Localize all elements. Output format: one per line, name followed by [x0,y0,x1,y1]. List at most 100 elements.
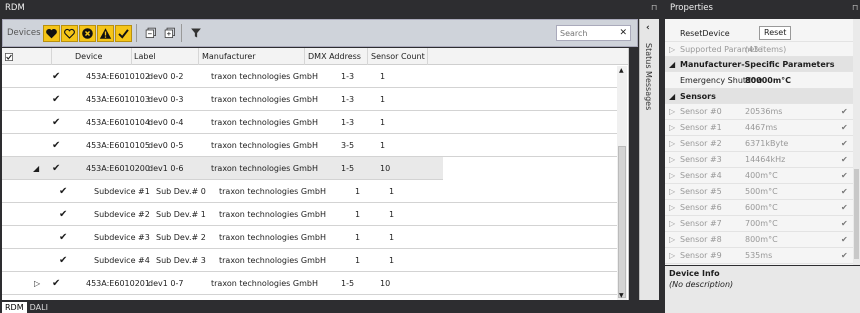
property-value: 4467ms [745,123,778,132]
cell-label: dev0 0-5 [148,140,184,150]
cell-manufacturer: traxon technologies GmbH [211,140,318,150]
filter-ok-button[interactable] [114,24,132,42]
property-sensor-6[interactable]: ▷ Sensor #6 600m°C ✔ [665,200,860,216]
property-sensor-8[interactable]: ▷ Sensor #8 800m°C ✔ [665,232,860,248]
check-icon: ✔ [52,93,61,105]
tab-dali[interactable]: DALI [27,302,51,313]
checkmark-icon: ✔ [841,139,848,148]
scroll-down-icon[interactable]: ▼ [619,292,624,299]
filter-error-button[interactable] [78,24,96,42]
property-sensor-3[interactable]: ▷ Sensor #3 14464kHz ✔ [665,152,860,168]
filter-warning-button[interactable] [96,24,114,42]
cell-label: Sub Dev.# 3 [156,255,206,265]
property-value: 600m°C [745,203,778,212]
property-sensor-7[interactable]: ▷ Sensor #7 700m°C ✔ [665,216,860,232]
subdevice-row[interactable]: ✔ Subdevice #4 Sub Dev.# 3 traxon techno… [2,249,617,272]
cell-label: Sub Dev.# 2 [156,232,206,242]
chevron-left-icon[interactable]: ‹ [646,23,650,33]
scrollbar-thumb[interactable] [618,146,626,298]
scrollbar-thumb[interactable] [854,169,859,259]
column-header-label[interactable]: Label [131,48,199,65]
table-row[interactable]: ✔ 453A:E6010103 dev0 0-3 traxon technolo… [2,88,617,111]
status-messages-strip[interactable]: ‹ Status Messages [639,19,659,300]
collapsed-triangle-icon[interactable]: ▷ [669,219,675,228]
filter-heart-outline-button[interactable] [60,24,78,42]
collapsed-triangle-icon[interactable]: ▷ [669,45,675,54]
property-sensor-1[interactable]: ▷ Sensor #1 4467ms ✔ [665,120,860,136]
cell-sensors: 1 [380,140,386,150]
table-row-expanded[interactable]: ◢ ✔ 453A:E6010200 dev1 0-6 traxon techno… [2,157,443,180]
category-sensors[interactable]: ◢ Sensors [665,89,860,104]
subdevice-row[interactable]: ✔ Subdevice #1 Sub Dev.# 0 traxon techno… [2,180,617,203]
table-row[interactable]: ✔ 453A:E6010105 dev0 0-5 traxon technolo… [2,134,617,157]
cell-sensors: 1 [389,186,395,196]
property-sensor-4[interactable]: ▷ Sensor #4 400m°C ✔ [665,168,860,184]
pin-icon[interactable]: ⊓ [852,3,858,12]
property-value[interactable]: 80000m°C [745,76,791,85]
subdevice-row[interactable]: ✔ Subdevice #2 Sub Dev.# 1 traxon techno… [2,203,617,226]
property-sensor-5[interactable]: ▷ Sensor #5 500m°C ✔ [665,184,860,200]
check-icon: ✔ [59,231,68,243]
cell-device: Subdevice #1 [94,186,150,196]
pin-icon[interactable]: ⊓ [651,3,657,12]
column-header-manufacturer[interactable]: Manufacturer [199,48,305,65]
device-info-description: (No description) [669,280,734,289]
category-manufacturer-specific[interactable]: ◢ Manufacturer-Specific Parameters [665,57,860,72]
collapsed-triangle-icon[interactable]: ▷ [669,251,675,260]
search-box[interactable]: ✕ [556,25,631,41]
expand-all-button[interactable] [162,25,178,42]
collapsed-triangle-icon[interactable]: ▷ [669,155,675,164]
search-input[interactable] [560,28,615,38]
property-supported-parameters[interactable]: ▷ Supported Paramete (43 items) [665,42,860,57]
property-sensor-0[interactable]: ▷ Sensor #0 20536ms ✔ [665,104,860,120]
clear-search-icon[interactable]: ✕ [619,28,627,38]
table-row[interactable]: ✔ 453A:E6010102 dev0 0-2 traxon technolo… [2,65,617,88]
property-sensor-9[interactable]: ▷ Sensor #9 535ms ✔ [665,248,860,264]
device-info-title: Device Info [669,269,720,278]
property-value: 800m°C [745,235,778,244]
tab-rdm[interactable]: RDM [2,302,27,313]
rdm-toolbar: Devices ✕ [2,19,638,47]
collapsed-triangle-icon[interactable]: ▷ [669,187,675,196]
collapsed-triangle-icon[interactable]: ▷ [669,123,675,132]
reset-button[interactable]: Reset [759,26,792,40]
property-value: 6371kByte [745,139,789,148]
cell-device: Subdevice #2 [94,209,150,219]
cell-sensors: 1 [389,232,395,242]
collapse-all-button[interactable] [143,25,159,42]
property-name: Sensor #2 [680,139,722,148]
select-all-header[interactable] [2,48,52,65]
property-sensor-2[interactable]: ▷ Sensor #2 6371kByte ✔ [665,136,860,152]
cell-dmx: 1 [355,186,361,196]
status-messages-label[interactable]: Status Messages [644,43,653,110]
table-row[interactable]: ✔ 453A:E6010104 dev0 0-4 traxon technolo… [2,111,617,134]
collapsed-triangle-icon[interactable]: ▷ [34,272,40,294]
scroll-up-icon[interactable]: ▲ [619,67,624,74]
column-header-dmx-address[interactable]: DMX Address [305,48,368,65]
cell-manufacturer: traxon technologies GmbH [219,186,326,196]
property-emergency-shutdown[interactable]: Emergency Shutdow 80000m°C [665,72,860,89]
properties-scrollbar[interactable] [853,19,860,265]
filter-button[interactable] [188,25,204,42]
grid-scrollbar[interactable]: ▲ ▼ [617,66,627,300]
collapsed-triangle-icon[interactable]: ▷ [669,139,675,148]
expanded-triangle-icon[interactable]: ◢ [33,157,39,179]
properties-panel: Properties ⊓ ResetDevice Reset ▷ Support… [665,0,860,313]
collapsed-triangle-icon[interactable]: ▷ [669,235,675,244]
collapsed-triangle-icon[interactable]: ▷ [669,107,675,116]
cell-label: dev1 0-6 [148,163,184,173]
cell-label: Sub Dev.# 0 [156,186,206,196]
filter-heart-filled-button[interactable] [42,24,60,42]
collapsed-triangle-icon[interactable]: ▷ [669,171,675,180]
cell-sensors: 10 [380,278,391,288]
expanded-triangle-icon[interactable]: ◢ [669,92,675,101]
error-icon [81,27,93,39]
cell-manufacturer: traxon technologies GmbH [211,278,318,288]
cell-manufacturer: traxon technologies GmbH [211,163,318,173]
expanded-triangle-icon[interactable]: ◢ [669,60,675,69]
table-row-collapsed[interactable]: ▷ ✔ 453A:E6010201 dev1 0-7 traxon techno… [2,272,617,295]
collapsed-triangle-icon[interactable]: ▷ [669,203,675,212]
column-header-device[interactable]: Device [72,48,132,65]
subdevice-row[interactable]: ✔ Subdevice #3 Sub Dev.# 2 traxon techno… [2,226,617,249]
column-header-sensor-count[interactable]: Sensor Count [368,48,428,65]
